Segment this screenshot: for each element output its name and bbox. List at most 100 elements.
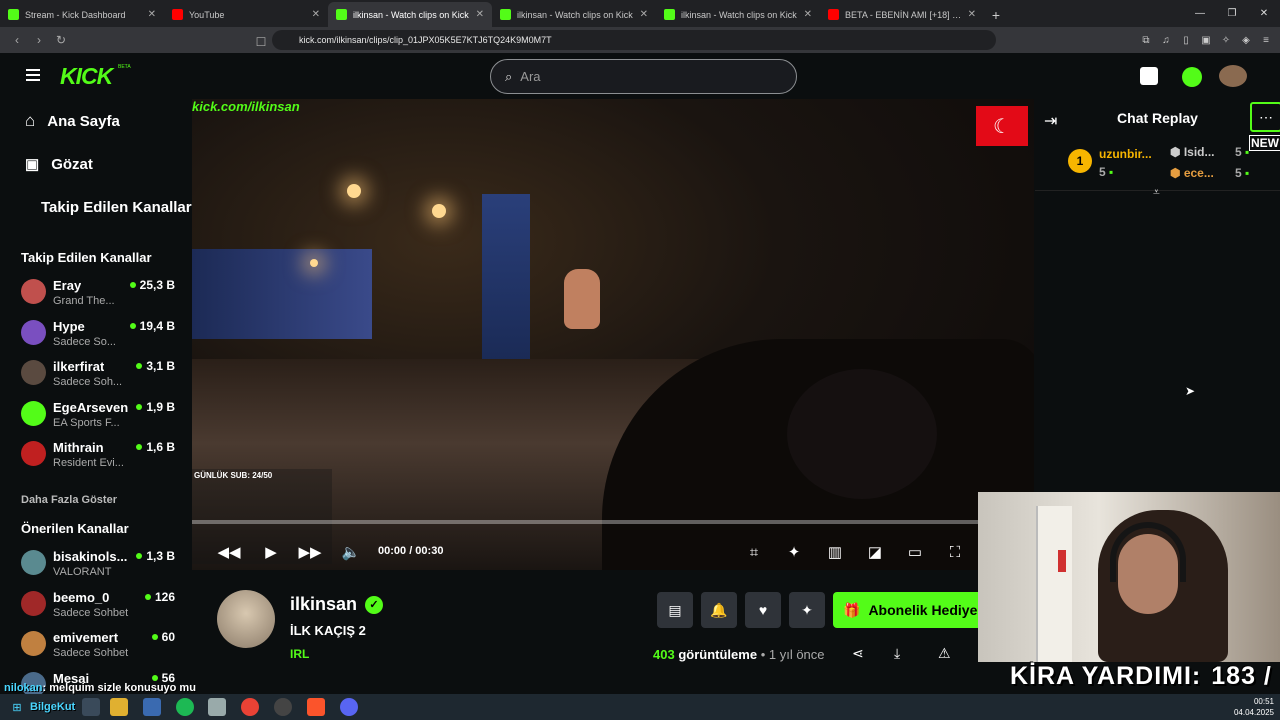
show-more-link[interactable]: Daha Fazla Göster <box>21 494 117 506</box>
browse-icon: ▣ <box>25 156 40 173</box>
download-icon[interactable]: ⤓ <box>894 645 900 662</box>
browser-tab[interactable]: Stream - Kick Dashboard ✕ <box>0 2 164 27</box>
channel-row[interactable]: emivemert Sadece Sohbet 60 <box>21 628 181 668</box>
music-icon[interactable]: ♫ <box>1158 30 1174 50</box>
clip-icon[interactable]: ⌗ <box>743 541 765 563</box>
menu-icon[interactable]: ≡ <box>1258 30 1274 50</box>
viewer-count: 19,4 B <box>129 319 175 333</box>
browser-tab[interactable]: YouTube ✕ <box>164 2 328 27</box>
sidebar-item-following[interactable]: Takip Edilen Kanallar <box>41 199 192 216</box>
follow-button[interactable]: ♥ <box>745 592 781 628</box>
close-window-icon[interactable]: ✕ <box>1248 0 1280 27</box>
minimize-icon[interactable]: — <box>1184 0 1216 27</box>
expand-leaderboard-icon[interactable]: ⩡ <box>1153 185 1160 200</box>
forward-icon[interactable]: › <box>28 29 50 51</box>
channel-name: emivemert <box>53 630 119 645</box>
stats-icon[interactable]: ▥ <box>824 541 846 563</box>
forward-icon[interactable]: ▶▶ <box>298 541 321 563</box>
progress-bar[interactable] <box>192 520 1034 524</box>
sidebar-item-home[interactable]: ⌂ Ana Sayfa <box>25 111 120 131</box>
obs-icon[interactable] <box>274 698 292 716</box>
clip-list-button[interactable]: ▤ <box>657 592 693 628</box>
calculator-icon[interactable] <box>208 698 226 716</box>
category-link[interactable]: IRL <box>290 647 309 661</box>
kick-coin-icon[interactable] <box>1182 67 1202 87</box>
browser-tab[interactable]: ilkinsan - Watch clips on Kick ✕ <box>492 2 656 27</box>
leader-row[interactable]: ⬢ Isid... <box>1170 145 1215 159</box>
theater-mode-icon[interactable]: ▭ <box>904 541 926 563</box>
leader-name[interactable]: uzunbir... <box>1099 147 1152 161</box>
brave-icon[interactable] <box>307 698 325 716</box>
rewind-icon[interactable]: ◀◀ <box>217 541 240 563</box>
kick-logo[interactable]: KICK <box>60 63 113 90</box>
chat-app-icon[interactable] <box>82 698 100 716</box>
viewer-count: 1,6 B <box>136 440 175 454</box>
video-scene-building <box>192 249 372 339</box>
fullscreen-icon[interactable]: ⛶ <box>944 541 966 563</box>
boost-button[interactable]: ✦ <box>789 592 825 628</box>
leader-count: 5 ▪ <box>1099 165 1114 179</box>
viewer-count: 25,3 B <box>129 278 175 292</box>
channel-row[interactable]: ilkerfirat Sadece Soh... 3,1 B <box>21 357 181 397</box>
channel-row[interactable]: beemo_0 Sadece Sohbet 126 <box>21 588 181 628</box>
close-icon[interactable]: ✕ <box>476 9 484 20</box>
webcam-scene-door <box>1036 506 1072 662</box>
close-icon[interactable]: ✕ <box>968 9 976 20</box>
bookmark-icon[interactable]: ☐ <box>250 31 272 53</box>
discord-icon[interactable] <box>340 698 358 716</box>
ai-icon[interactable]: ✧ <box>1218 30 1234 50</box>
back-icon[interactable]: ‹ <box>6 29 28 51</box>
restore-icon[interactable]: ❐ <box>1216 0 1248 27</box>
channel-row[interactable]: Mithrain Resident Evi... 1,6 B <box>21 438 181 478</box>
avatar[interactable] <box>217 590 275 648</box>
extensions-area: ⧉ ♫ ▯ ▣ ✧ ◈ ≡ <box>1138 30 1274 50</box>
channel-name: beemo_0 <box>53 590 110 605</box>
share-icon[interactable]: ⋖ <box>852 645 864 662</box>
mdx-icon[interactable] <box>1140 67 1158 85</box>
channel-title[interactable]: ilkinsan ✓ <box>290 594 384 615</box>
file-explorer-icon[interactable] <box>110 698 128 716</box>
start-icon[interactable]: ⊞ <box>8 698 26 716</box>
browser-tab-active[interactable]: ilkinsan - Watch clips on Kick ✕ <box>328 2 492 27</box>
channel-row[interactable]: Eray Grand The... 25,3 B <box>21 276 181 316</box>
search-icon: ⌕ <box>505 68 513 84</box>
report-icon[interactable]: ⚠ <box>938 645 951 662</box>
wallet-icon[interactable]: ▣ <box>1198 30 1214 50</box>
channel-row[interactable]: Hype Sadece So... 19,4 B <box>21 317 181 357</box>
menu-icon[interactable] <box>26 69 40 81</box>
gift-sub-button[interactable]: 🎁 Abonelik Hediye <box>833 592 983 628</box>
volume-icon[interactable]: 🔈 <box>340 541 362 563</box>
close-icon[interactable]: ✕ <box>148 9 156 20</box>
chrome-icon[interactable] <box>241 698 259 716</box>
close-icon[interactable]: ✕ <box>640 9 648 20</box>
channel-row[interactable]: EgeArseven EA Sports F... 1,9 B <box>21 398 181 438</box>
miniplayer-icon[interactable]: ◪ <box>864 541 886 563</box>
extensions-icon[interactable]: ⧉ <box>1138 30 1154 50</box>
sidebar-icon[interactable]: ▯ <box>1178 30 1194 50</box>
new-tab-button[interactable]: + <box>984 2 1008 27</box>
browser-tab[interactable]: ilkinsan - Watch clips on Kick ✕ <box>656 2 820 27</box>
sparkle-icon[interactable]: ✦ <box>783 541 805 563</box>
verified-icon: ✓ <box>365 595 384 614</box>
play-icon[interactable]: ▶ <box>260 541 282 563</box>
notification-button[interactable]: 🔔 <box>701 592 737 628</box>
leader-row[interactable]: ⬢ ece... <box>1170 166 1214 180</box>
reload-icon[interactable]: ↻ <box>50 29 72 51</box>
browser-tab[interactable]: BETA - EBENİN AMI [+18] - YouTube✕ <box>820 2 984 27</box>
app-icon[interactable] <box>143 698 161 716</box>
address-bar[interactable]: kick.com/ilkinsan/clips/clip_01JPX05K5E7… <box>272 30 996 50</box>
close-icon[interactable]: ✕ <box>804 9 812 20</box>
webcam-scene-object <box>1058 550 1066 572</box>
sidebar-item-browse[interactable]: ▣ Gözat <box>25 155 93 174</box>
sidebar-item-label: Gözat <box>51 155 93 173</box>
video-player[interactable]: kick.com/ilkinsan ☾ GÜNLÜK SUB: 24/50 ◀◀… <box>192 99 1034 570</box>
channel-row[interactable]: bisakinols... VALORANT 1,3 B <box>21 547 181 587</box>
vpn-icon[interactable]: ◈ <box>1238 30 1254 50</box>
chat-menu-button[interactable]: ⋯ <box>1250 102 1280 132</box>
window-controls: — ❐ ✕ <box>1184 0 1280 27</box>
avatar[interactable] <box>1219 65 1247 87</box>
close-icon[interactable]: ✕ <box>312 9 320 20</box>
overlay-username: BilgeKut <box>30 701 76 713</box>
spotify-icon[interactable] <box>176 698 194 716</box>
search-input[interactable]: ⌕ Ara <box>490 59 797 94</box>
